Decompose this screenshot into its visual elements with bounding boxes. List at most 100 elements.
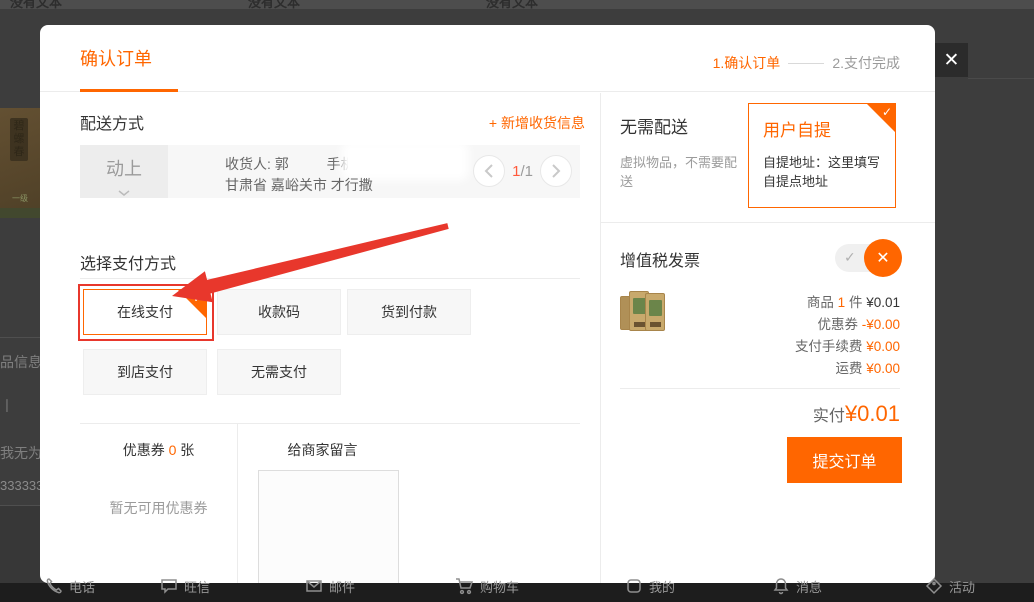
payment-option-nopay[interactable]: 无需支付 [217,349,341,395]
toolbar-item-mine[interactable]: 我的 [625,571,675,601]
merchant-message-title: 给商家留言 [252,440,393,460]
step-payment-complete: 2.支付完成 [832,53,900,73]
delivery-option-title: 无需配送 [620,113,740,138]
summary-value: ¥0.00 [866,361,900,376]
pager-count: 1/1 [512,163,533,180]
toolbar-item-label: 购物车 [480,577,519,596]
section-divider [601,222,935,223]
payment-option-cod[interactable]: 货到付款 [347,289,471,335]
product-green-strip [0,208,40,218]
payment-section: 选择支付方式 [80,250,580,279]
profile-icon [625,577,643,595]
chat-icon [160,577,178,595]
mail-icon [305,577,323,595]
modal-header: 确认订单 1.确认订单 2.支付完成 [40,25,935,92]
toolbar-item-phone[interactable]: 电话 [45,571,95,601]
background-divider [968,78,1034,79]
toolbar-item-label: 活动 [949,577,975,596]
payment-option-label: 无需支付 [251,362,307,382]
address-tab[interactable]: 动上 [80,145,168,198]
payment-option-label: 货到付款 [381,302,437,322]
background-divider [0,337,40,338]
toolbar-item-activity[interactable]: 活动 [925,571,975,601]
phone-redaction-blur [348,148,462,174]
address-pager: 1/1 [473,155,572,187]
summary-value: ¥0.01 [866,295,900,310]
coupon-message-divider [237,423,238,583]
total-value: ¥0.01 [845,401,900,426]
modal-title: 确认订单 [80,45,152,71]
toolbar-item-mail[interactable]: 邮件 [305,571,355,601]
payment-option-online[interactable]: 在线支付 ✓ [83,289,207,335]
merchant-message-input[interactable] [258,470,399,583]
total-label: 实付 [813,408,845,425]
toolbar-item-wangxin[interactable]: 旺信 [160,571,210,601]
background-text-fragment: 33333333 [0,478,40,493]
coupon-label: 优惠券 [123,442,169,458]
toolbar-item-messages[interactable]: 消息 [772,571,822,601]
submit-order-button[interactable]: 提交订单 [787,437,902,483]
section-divider [80,423,580,424]
toolbar-item-cart[interactable]: 购物车 [455,571,519,601]
pager-total: /1 [520,163,533,180]
delivery-option-no-shipping[interactable]: 无需配送 虚拟物品，不需要配送 [620,113,740,191]
address-card[interactable]: 动上 收货人: 郭 手机: 甘肃省 嘉峪关市 才行撒 1/1 [80,145,580,198]
payment-option-instore[interactable]: 到店支付 [83,349,207,395]
delivery-option-desc: 虚拟物品，不需要配送 [620,153,738,191]
total-row: 实付¥0.01 [660,401,900,427]
invoice-toggle-off-button[interactable]: ✕ [864,239,902,277]
check-icon: ✓ [882,105,892,119]
product-name-vertical: 碧螺春 [10,118,28,161]
background-lower-panel [0,506,40,583]
summary-label: 支付手续费 [795,339,866,354]
chevron-left-icon [484,164,494,178]
page-backdrop: 没有文本 没有文本 没有文本 碧螺春 一级 品信息 丨 我无为 33333333… [0,0,1034,602]
payment-option-label: 到店支付 [117,362,173,382]
coupon-unit: 张 [176,442,194,458]
checkout-steps: 1.确认订单 2.支付完成 [713,53,900,73]
pager-next-button[interactable] [540,155,572,187]
summary-label: 运费 [835,361,866,376]
summary-divider [620,388,900,389]
summary-line-coupon: 优惠券 -¥0.00 [660,313,900,333]
summary-label: 优惠券 [817,317,861,332]
close-icon: ✕ [944,49,960,72]
cart-icon [455,577,474,595]
bell-icon [772,577,790,595]
background-tab: 没有文本 [486,0,538,9]
add-address-link[interactable]: + 新增收货信息 [340,113,585,133]
title-underline [80,89,178,92]
toggle-check-icon: ✓ [844,249,856,266]
phone-icon [45,577,63,595]
coupon-title: 优惠券 0 张 [80,440,237,460]
step-confirm-order: 1.确认订单 [713,53,781,73]
toolbar-item-label: 我的 [649,577,675,596]
payment-option-label: 收款码 [258,302,300,322]
background-tab: 没有文本 [248,0,300,9]
background-text-fragment: 我无为 [0,443,40,463]
receiver-label: 收货人: 郭 [225,156,289,172]
product-grade-label: 一级 [12,193,28,204]
payment-section-title: 选择支付方式 [80,256,176,273]
modal-close-button[interactable]: ✕ [935,43,968,77]
chevron-right-icon [551,164,561,178]
step-connector [788,63,824,64]
summary-unit: 件 [845,295,866,310]
tag-icon [925,577,943,595]
confirm-order-modal: 确认订单 1.确认订单 2.支付完成 配送方式 + 新增收货信息 动上 收货人:… [40,25,935,583]
summary-value: -¥0.00 [862,317,900,332]
pager-prev-button[interactable] [473,155,505,187]
shipping-section-title: 配送方式 [80,110,144,134]
summary-line-fee: 支付手续费 ¥0.00 [660,335,900,355]
summary-line-items: 商品 1 件 ¥0.01 [660,291,900,311]
payment-option-label: 在线支付 [117,302,173,322]
address-region-line: 甘肃省 嘉峪关市 才行撒 [225,175,373,195]
delivery-option-self-pickup[interactable]: 用户自提 自提地址：这里填写自提点地址 ✓ [748,103,896,208]
toolbar-item-label: 旺信 [184,577,210,596]
payment-option-qrcode[interactable]: 收款码 [217,289,341,335]
background-tab: 没有文本 [10,0,62,9]
summary-line-shipping: 运费 ¥0.00 [660,357,900,377]
toolbar-item-label: 邮件 [329,577,355,596]
chevron-down-icon [118,190,130,196]
delivery-option-desc: 自提地址：这里填写自提点地址 [763,153,881,191]
